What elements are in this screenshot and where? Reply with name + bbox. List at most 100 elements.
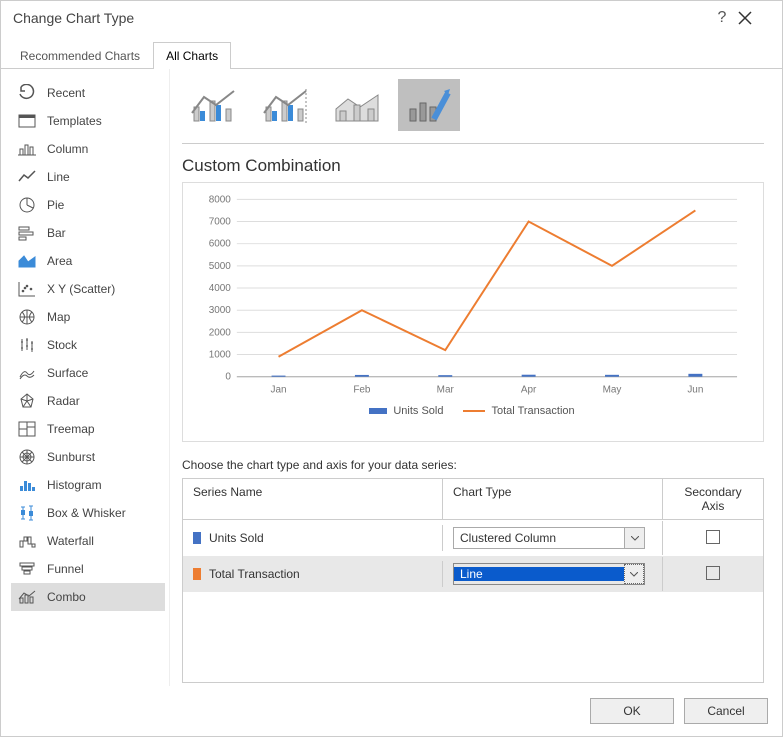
series-swatch bbox=[193, 532, 201, 544]
dropdown-value: Line bbox=[454, 567, 624, 581]
sidebar-item-label: Sunburst bbox=[47, 450, 95, 464]
svg-text:May: May bbox=[603, 385, 622, 396]
tab-recommended[interactable]: Recommended Charts bbox=[7, 42, 153, 69]
svg-text:8000: 8000 bbox=[209, 194, 232, 205]
header-series-name: Series Name bbox=[183, 479, 443, 519]
sidebar-item-label: Waterfall bbox=[47, 534, 94, 548]
sidebar-item-label: Treemap bbox=[47, 422, 95, 436]
sidebar-item-label: Column bbox=[47, 142, 88, 156]
dialog-footer: OK Cancel bbox=[1, 686, 782, 736]
dialog-title: Change Chart Type bbox=[13, 10, 706, 26]
treemap-icon bbox=[17, 420, 37, 438]
sidebar-item-treemap[interactable]: Treemap bbox=[11, 415, 165, 443]
secondary-axis-checkbox-units[interactable] bbox=[706, 530, 720, 544]
sidebar-item-label: Recent bbox=[47, 86, 85, 100]
sidebar-item-label: Box & Whisker bbox=[47, 506, 126, 520]
sidebar-item-label: Combo bbox=[47, 590, 86, 604]
series-table: Series Name Chart Type Secondary Axis Un… bbox=[182, 478, 764, 683]
box-whisker-icon bbox=[17, 504, 37, 522]
series-row-total: Total Transaction Line bbox=[183, 556, 763, 592]
sidebar-item-label: Stock bbox=[47, 338, 77, 352]
cancel-button[interactable]: Cancel bbox=[684, 698, 768, 724]
svg-text:0: 0 bbox=[225, 372, 231, 383]
sidebar-item-label: Histogram bbox=[47, 478, 102, 492]
sidebar-item-map[interactable]: Map bbox=[11, 303, 165, 331]
help-button[interactable]: ? bbox=[706, 9, 738, 27]
sidebar-item-label: Area bbox=[47, 254, 72, 268]
sidebar-item-label: Map bbox=[47, 310, 70, 324]
close-button[interactable] bbox=[738, 11, 770, 25]
sidebar-item-histogram[interactable]: Histogram bbox=[11, 471, 165, 499]
sidebar-item-waterfall[interactable]: Waterfall bbox=[11, 527, 165, 555]
series-row-units: Units Sold Clustered Column bbox=[183, 520, 763, 556]
sidebar-item-area[interactable]: Area bbox=[11, 247, 165, 275]
scatter-icon bbox=[17, 280, 37, 298]
ok-button[interactable]: OK bbox=[590, 698, 674, 724]
svg-text:2000: 2000 bbox=[209, 327, 232, 338]
sidebar-item-label: Templates bbox=[47, 114, 102, 128]
legend-label: Total Transaction bbox=[491, 405, 574, 417]
sidebar-item-box-whisker[interactable]: Box & Whisker bbox=[11, 499, 165, 527]
svg-text:Mar: Mar bbox=[437, 385, 455, 396]
chart-type-dropdown-units[interactable]: Clustered Column bbox=[453, 527, 645, 549]
svg-text:3000: 3000 bbox=[209, 305, 232, 316]
svg-text:6000: 6000 bbox=[209, 239, 232, 250]
histogram-icon bbox=[17, 476, 37, 494]
combo-variant-stacked-area[interactable] bbox=[326, 79, 388, 131]
legend-item-total: Total Transaction bbox=[463, 405, 574, 417]
sunburst-icon bbox=[17, 448, 37, 466]
waterfall-icon bbox=[17, 532, 37, 550]
sidebar-item-column[interactable]: Column bbox=[11, 135, 165, 163]
header-chart-type: Chart Type bbox=[443, 479, 663, 519]
funnel-icon bbox=[17, 560, 37, 578]
sidebar-item-label: X Y (Scatter) bbox=[47, 282, 115, 296]
series-swatch bbox=[193, 568, 201, 580]
line-icon bbox=[17, 168, 37, 186]
tab-strip: Recommended Charts All Charts bbox=[1, 41, 782, 69]
bar-icon bbox=[17, 224, 37, 242]
secondary-axis-checkbox-total[interactable] bbox=[706, 566, 720, 580]
series-name: Units Sold bbox=[209, 531, 264, 545]
chevron-down-icon bbox=[624, 564, 644, 584]
sidebar-item-combo[interactable]: Combo bbox=[11, 583, 165, 611]
column-icon bbox=[17, 140, 37, 158]
map-icon bbox=[17, 308, 37, 326]
svg-text:Jan: Jan bbox=[270, 385, 286, 396]
svg-text:Apr: Apr bbox=[521, 385, 537, 396]
combo-variant-clustered-line[interactable] bbox=[182, 79, 244, 131]
svg-text:1000: 1000 bbox=[209, 350, 232, 361]
sidebar-item-label: Radar bbox=[47, 394, 80, 408]
chart-type-dropdown-total[interactable]: Line bbox=[453, 563, 645, 585]
sidebar-item-funnel[interactable]: Funnel bbox=[11, 555, 165, 583]
sidebar-item-scatter[interactable]: X Y (Scatter) bbox=[11, 275, 165, 303]
surface-icon bbox=[17, 364, 37, 382]
chart-svg: 010002000300040005000600070008000JanFebM… bbox=[193, 191, 751, 401]
content-panel: Custom Combination 010002000300040005000… bbox=[169, 69, 782, 686]
sidebar-item-sunburst[interactable]: Sunburst bbox=[11, 443, 165, 471]
svg-text:7000: 7000 bbox=[209, 217, 232, 228]
svg-text:5000: 5000 bbox=[209, 261, 232, 272]
titlebar: Change Chart Type ? bbox=[1, 1, 782, 35]
sidebar-item-line[interactable]: Line bbox=[11, 163, 165, 191]
tab-all-charts[interactable]: All Charts bbox=[153, 42, 231, 69]
legend-item-units: Units Sold bbox=[369, 405, 443, 417]
sidebar-item-surface[interactable]: Surface bbox=[11, 359, 165, 387]
combo-variant-row bbox=[182, 79, 764, 144]
chevron-down-icon bbox=[624, 528, 644, 548]
sidebar-item-templates[interactable]: Templates bbox=[11, 107, 165, 135]
sidebar-item-stock[interactable]: Stock bbox=[11, 331, 165, 359]
chart-category-list: Recent Templates Column Line Pie Bar Are… bbox=[1, 69, 169, 686]
sidebar-item-label: Bar bbox=[47, 226, 66, 240]
sidebar-item-label: Surface bbox=[47, 366, 88, 380]
sidebar-item-pie[interactable]: Pie bbox=[11, 191, 165, 219]
sidebar-item-label: Line bbox=[47, 170, 70, 184]
combo-variant-clustered-line-secondary[interactable] bbox=[254, 79, 316, 131]
chart-preview[interactable]: 010002000300040005000600070008000JanFebM… bbox=[182, 182, 764, 442]
dropdown-value: Clustered Column bbox=[454, 531, 624, 545]
combo-variant-custom[interactable] bbox=[398, 79, 460, 131]
sidebar-item-recent[interactable]: Recent bbox=[11, 79, 165, 107]
area-icon bbox=[17, 252, 37, 270]
series-name: Total Transaction bbox=[209, 567, 300, 581]
sidebar-item-bar[interactable]: Bar bbox=[11, 219, 165, 247]
sidebar-item-radar[interactable]: Radar bbox=[11, 387, 165, 415]
